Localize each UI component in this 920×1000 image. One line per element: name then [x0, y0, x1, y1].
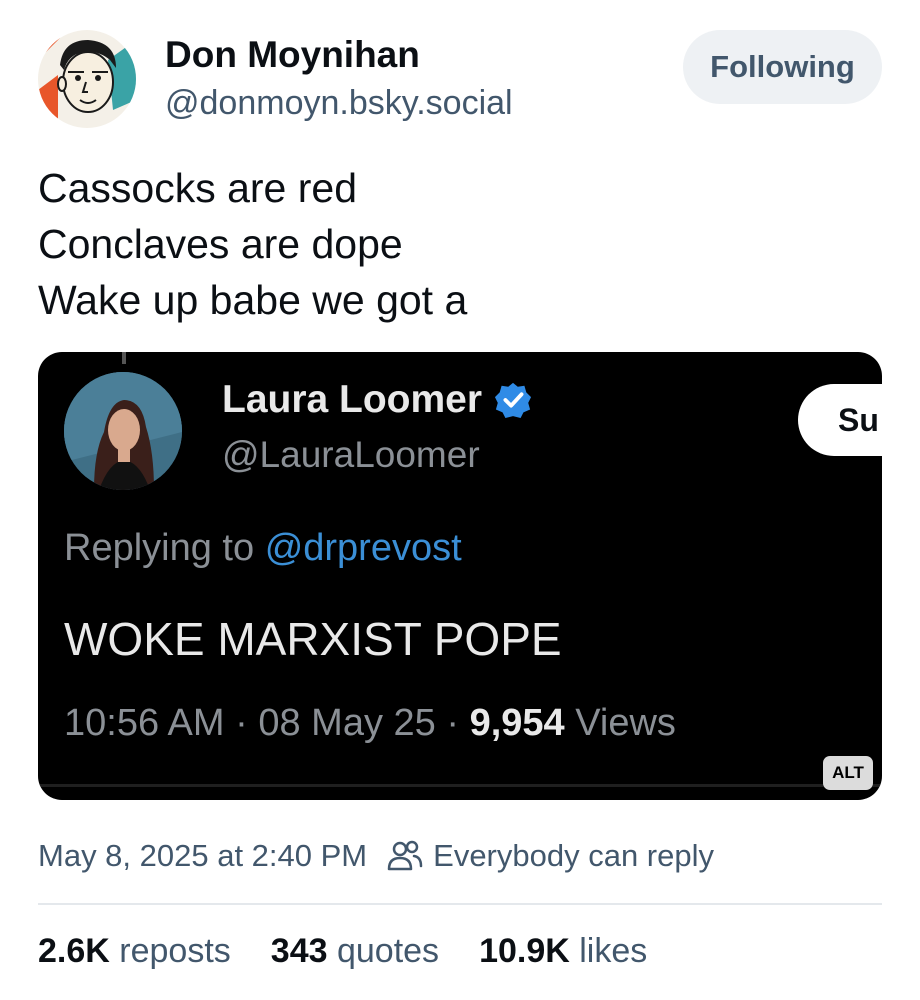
- embedded-divider: [38, 784, 882, 787]
- post-meta-line: May 8, 2025 at 2:40 PM Everybody can rep…: [38, 838, 714, 874]
- embedded-views-count: 9,954: [469, 702, 565, 744]
- image-edge-mark: [122, 352, 126, 364]
- embedded-post-text: WOKE MARXIST POPE: [64, 613, 562, 665]
- likes-stat[interactable]: 10.9K likes: [479, 932, 647, 971]
- post-text-line: Cassocks are red: [38, 165, 358, 211]
- replying-to-line: Replying to @drprevost: [64, 527, 462, 570]
- quotes-count: 343: [270, 932, 328, 970]
- meta-separator: ·: [446, 702, 460, 744]
- likes-count: 10.9K: [479, 932, 570, 970]
- people-icon: [387, 840, 423, 871]
- embedded-meta-line: 10:56 AM · 08 May 25 · 9,954 Views: [64, 702, 676, 745]
- post-text: Cassocks are red Conclaves are dope Wake…: [38, 160, 467, 328]
- post-text-line: Wake up babe we got a: [38, 277, 468, 323]
- author-name[interactable]: Don Moynihan: [165, 34, 420, 76]
- post-timestamp[interactable]: May 8, 2025 at 2:40 PM: [38, 838, 367, 874]
- meta-separator: ·: [235, 702, 248, 744]
- embedded-avatar: [64, 372, 182, 490]
- replying-prefix: Replying to: [64, 527, 255, 569]
- reposts-stat[interactable]: 2.6K reposts: [38, 932, 231, 971]
- following-button[interactable]: Following: [683, 30, 882, 104]
- embedded-views-label: Views: [575, 702, 676, 744]
- author-avatar[interactable]: [38, 30, 136, 128]
- embedded-time: 10:56 AM: [64, 702, 225, 744]
- embedded-author-name: Laura Loomer: [222, 378, 532, 422]
- replying-handle: @drprevost: [264, 527, 462, 569]
- likes-label: likes: [579, 932, 648, 970]
- alt-text-badge[interactable]: ALT: [823, 756, 873, 790]
- embedded-author-handle: @LauraLoomer: [222, 434, 480, 475]
- post-stats: 2.6K reposts 343 quotes 10.9K likes: [38, 932, 687, 971]
- author-handle[interactable]: @donmoyn.bsky.social: [165, 84, 513, 123]
- post-text-line: Conclaves are dope: [38, 221, 403, 267]
- quotes-stat[interactable]: 343 quotes: [271, 932, 439, 971]
- reply-setting: Everybody can reply: [433, 838, 715, 873]
- reposts-label: reposts: [119, 932, 231, 970]
- stats-divider: [38, 903, 882, 905]
- quotes-label: quotes: [336, 932, 440, 970]
- reposts-count: 2.6K: [38, 932, 110, 970]
- embedded-date: 08 May 25: [258, 702, 436, 744]
- embedded-image[interactable]: Laura Loomer @LauraLoomer Su Replying to…: [38, 352, 882, 800]
- verified-badge-icon: [495, 382, 532, 419]
- subscribe-button-partial: Su: [798, 384, 882, 456]
- embedded-author-name-text: Laura Loomer: [222, 378, 483, 421]
